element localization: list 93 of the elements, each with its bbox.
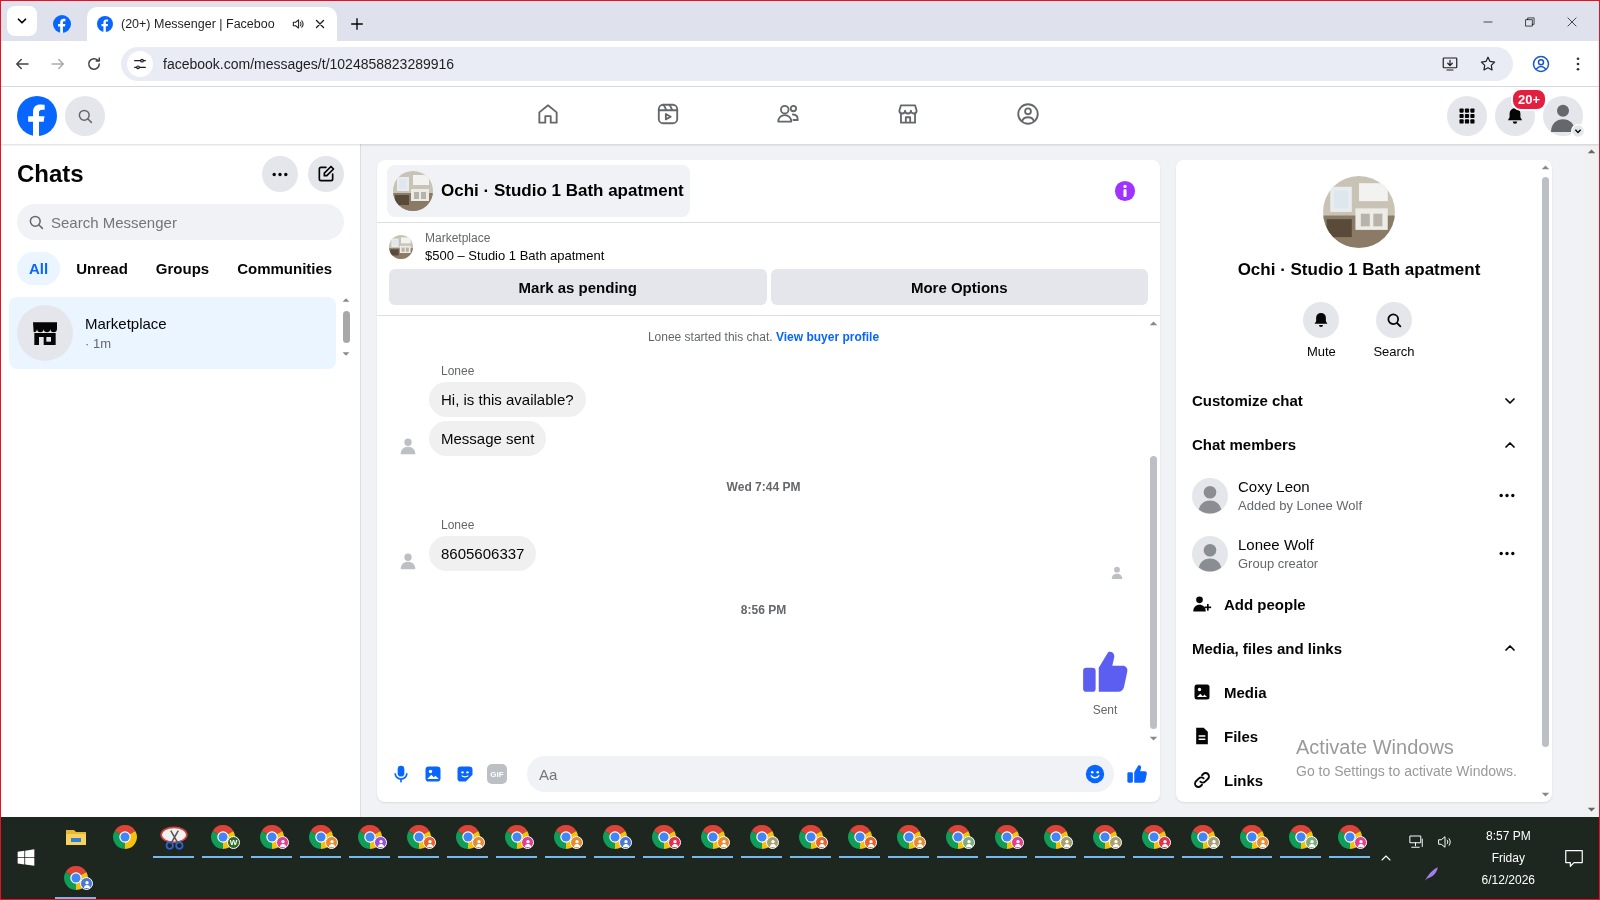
- chat-name: Marketplace: [85, 315, 167, 332]
- thumbs-up-icon[interactable]: [1126, 763, 1148, 785]
- section-header[interactable]: Media, files and links: [1192, 626, 1526, 671]
- search-button[interactable]: [65, 95, 105, 136]
- notifications-icon[interactable]: [1563, 847, 1585, 869]
- network-icon[interactable]: [1407, 833, 1426, 851]
- chrome-icon: [111, 823, 138, 850]
- conversation-title[interactable]: Ochi · Studio 1 Bath apatment: [387, 165, 690, 217]
- scrollbar-thumb[interactable]: [1541, 177, 1549, 747]
- message-bubble: Message sent: [429, 421, 547, 456]
- store-icon: [895, 101, 921, 127]
- tab-title: (20+) Messenger | Faceboo: [121, 17, 275, 31]
- caret-icon: [1571, 123, 1585, 138]
- timestamp: 8:56 PM: [739, 603, 788, 617]
- taskbar-app[interactable]: W: [202, 817, 243, 858]
- scroll-down-icon: [342, 349, 350, 357]
- sticker-icon[interactable]: [455, 764, 475, 784]
- star-icon[interactable]: [1479, 54, 1497, 73]
- dots-icon: [271, 171, 289, 177]
- add-person-icon: [1192, 594, 1212, 615]
- action-button[interactable]: More Options: [770, 269, 1148, 305]
- image-icon: [1192, 682, 1212, 703]
- video-icon: [655, 101, 681, 127]
- speaker-icon: [291, 17, 305, 31]
- listing-summary: $500 – Studio 1 Bath apatment: [425, 248, 605, 263]
- member-name: Coxy Leon: [1238, 478, 1311, 496]
- start-icon[interactable]: [16, 848, 36, 868]
- url-text: facebook.com/messages/t/1024858823289916: [163, 55, 456, 72]
- chat-time: · 1m: [85, 336, 112, 351]
- chats-title: Chats: [17, 160, 85, 188]
- delivery-status: Sent: [1092, 703, 1118, 717]
- person-circle-icon: [1015, 101, 1041, 127]
- close-icon[interactable]: [1565, 15, 1579, 29]
- clock[interactable]: 8:57 PM Friday 6/12/2026: [1467, 829, 1549, 887]
- reload-icon[interactable]: [85, 54, 103, 73]
- menu-item[interactable]: Media: [1192, 670, 1526, 715]
- speaker-icon[interactable]: [1435, 833, 1454, 851]
- link-icon: [1192, 770, 1212, 791]
- profile-icon[interactable]: [1531, 53, 1551, 74]
- image-icon[interactable]: [423, 764, 443, 784]
- microphone-icon[interactable]: [391, 764, 411, 784]
- timestamp: Wed 7:44 PM: [725, 480, 802, 494]
- new-message-button[interactable]: [308, 156, 344, 192]
- section-header[interactable]: Customize chat: [1192, 378, 1526, 423]
- message-bubble: Hi, is this available?: [429, 382, 586, 417]
- account-button[interactable]: [1543, 95, 1583, 136]
- browser-tab[interactable]: (20+) Messenger | Faceboo: [87, 7, 337, 41]
- install-icon[interactable]: [1441, 54, 1459, 73]
- activation-title: Activate Windows: [1296, 736, 1455, 759]
- chrome-icon: [209, 823, 236, 850]
- more-icon[interactable]: [1498, 493, 1516, 499]
- member-note: Group creator: [1238, 556, 1320, 571]
- menu-button[interactable]: [1447, 95, 1487, 136]
- avatar-icon: [1192, 477, 1228, 514]
- message-bubble: 8605606337: [429, 536, 537, 571]
- section-header[interactable]: Chat members: [1192, 422, 1526, 467]
- sender-name: Lonee: [440, 364, 475, 378]
- filter-tab[interactable]: Communities: [225, 252, 345, 285]
- activation-text: Go to Settings to activate Windows.: [1296, 763, 1517, 779]
- facebook-logo-icon[interactable]: [17, 95, 57, 136]
- new-tab-icon[interactable]: [349, 16, 365, 32]
- emoji-icon[interactable]: [1084, 763, 1106, 785]
- member-name: Lonee Wolf: [1238, 536, 1315, 553]
- facebook-icon: [97, 16, 113, 32]
- notification-badge: 20+: [1510, 87, 1547, 111]
- listing-source: Marketplace: [425, 231, 492, 245]
- more-icon[interactable]: [1498, 551, 1516, 556]
- address-bar[interactable]: facebook.com/messages/t/1024858823289916: [121, 46, 1513, 81]
- filter-tab[interactable]: Unread: [64, 252, 140, 285]
- scrollbar-thumb[interactable]: [1149, 455, 1157, 729]
- search-field[interactable]: Search Messenger: [17, 204, 344, 240]
- restore-icon[interactable]: [1523, 15, 1537, 29]
- menu-item[interactable]: Add people: [1192, 582, 1526, 627]
- filter-tab[interactable]: Groups: [143, 252, 222, 285]
- search-icon: [27, 213, 45, 231]
- facebook-icon: [53, 15, 71, 33]
- sender-name: Lonee: [440, 518, 475, 532]
- profile-link[interactable]: View buyer profile: [775, 330, 880, 344]
- member-note: Added by Lonee Wolf: [1238, 498, 1364, 514]
- info-icon[interactable]: [1114, 180, 1136, 202]
- more-button[interactable]: [262, 156, 298, 192]
- compose-icon: [316, 164, 336, 184]
- system-message: Lonee started this chat. View buyer profile: [646, 330, 881, 344]
- filter-tab[interactable]: All: [17, 252, 61, 285]
- close-icon[interactable]: [313, 17, 327, 31]
- letter-badge: W: [227, 836, 240, 849]
- conversation-title: Ochi · Studio 1 Bath apatment: [1236, 259, 1482, 280]
- scroll-up-icon: [342, 297, 350, 305]
- message-field[interactable]: Aa: [527, 756, 1114, 792]
- scrollbar-thumb[interactable]: [342, 311, 350, 343]
- seen-avatar-icon: [1110, 565, 1124, 579]
- avatar-icon: [1192, 535, 1228, 572]
- action-button[interactable]: Mark as pending: [389, 269, 767, 305]
